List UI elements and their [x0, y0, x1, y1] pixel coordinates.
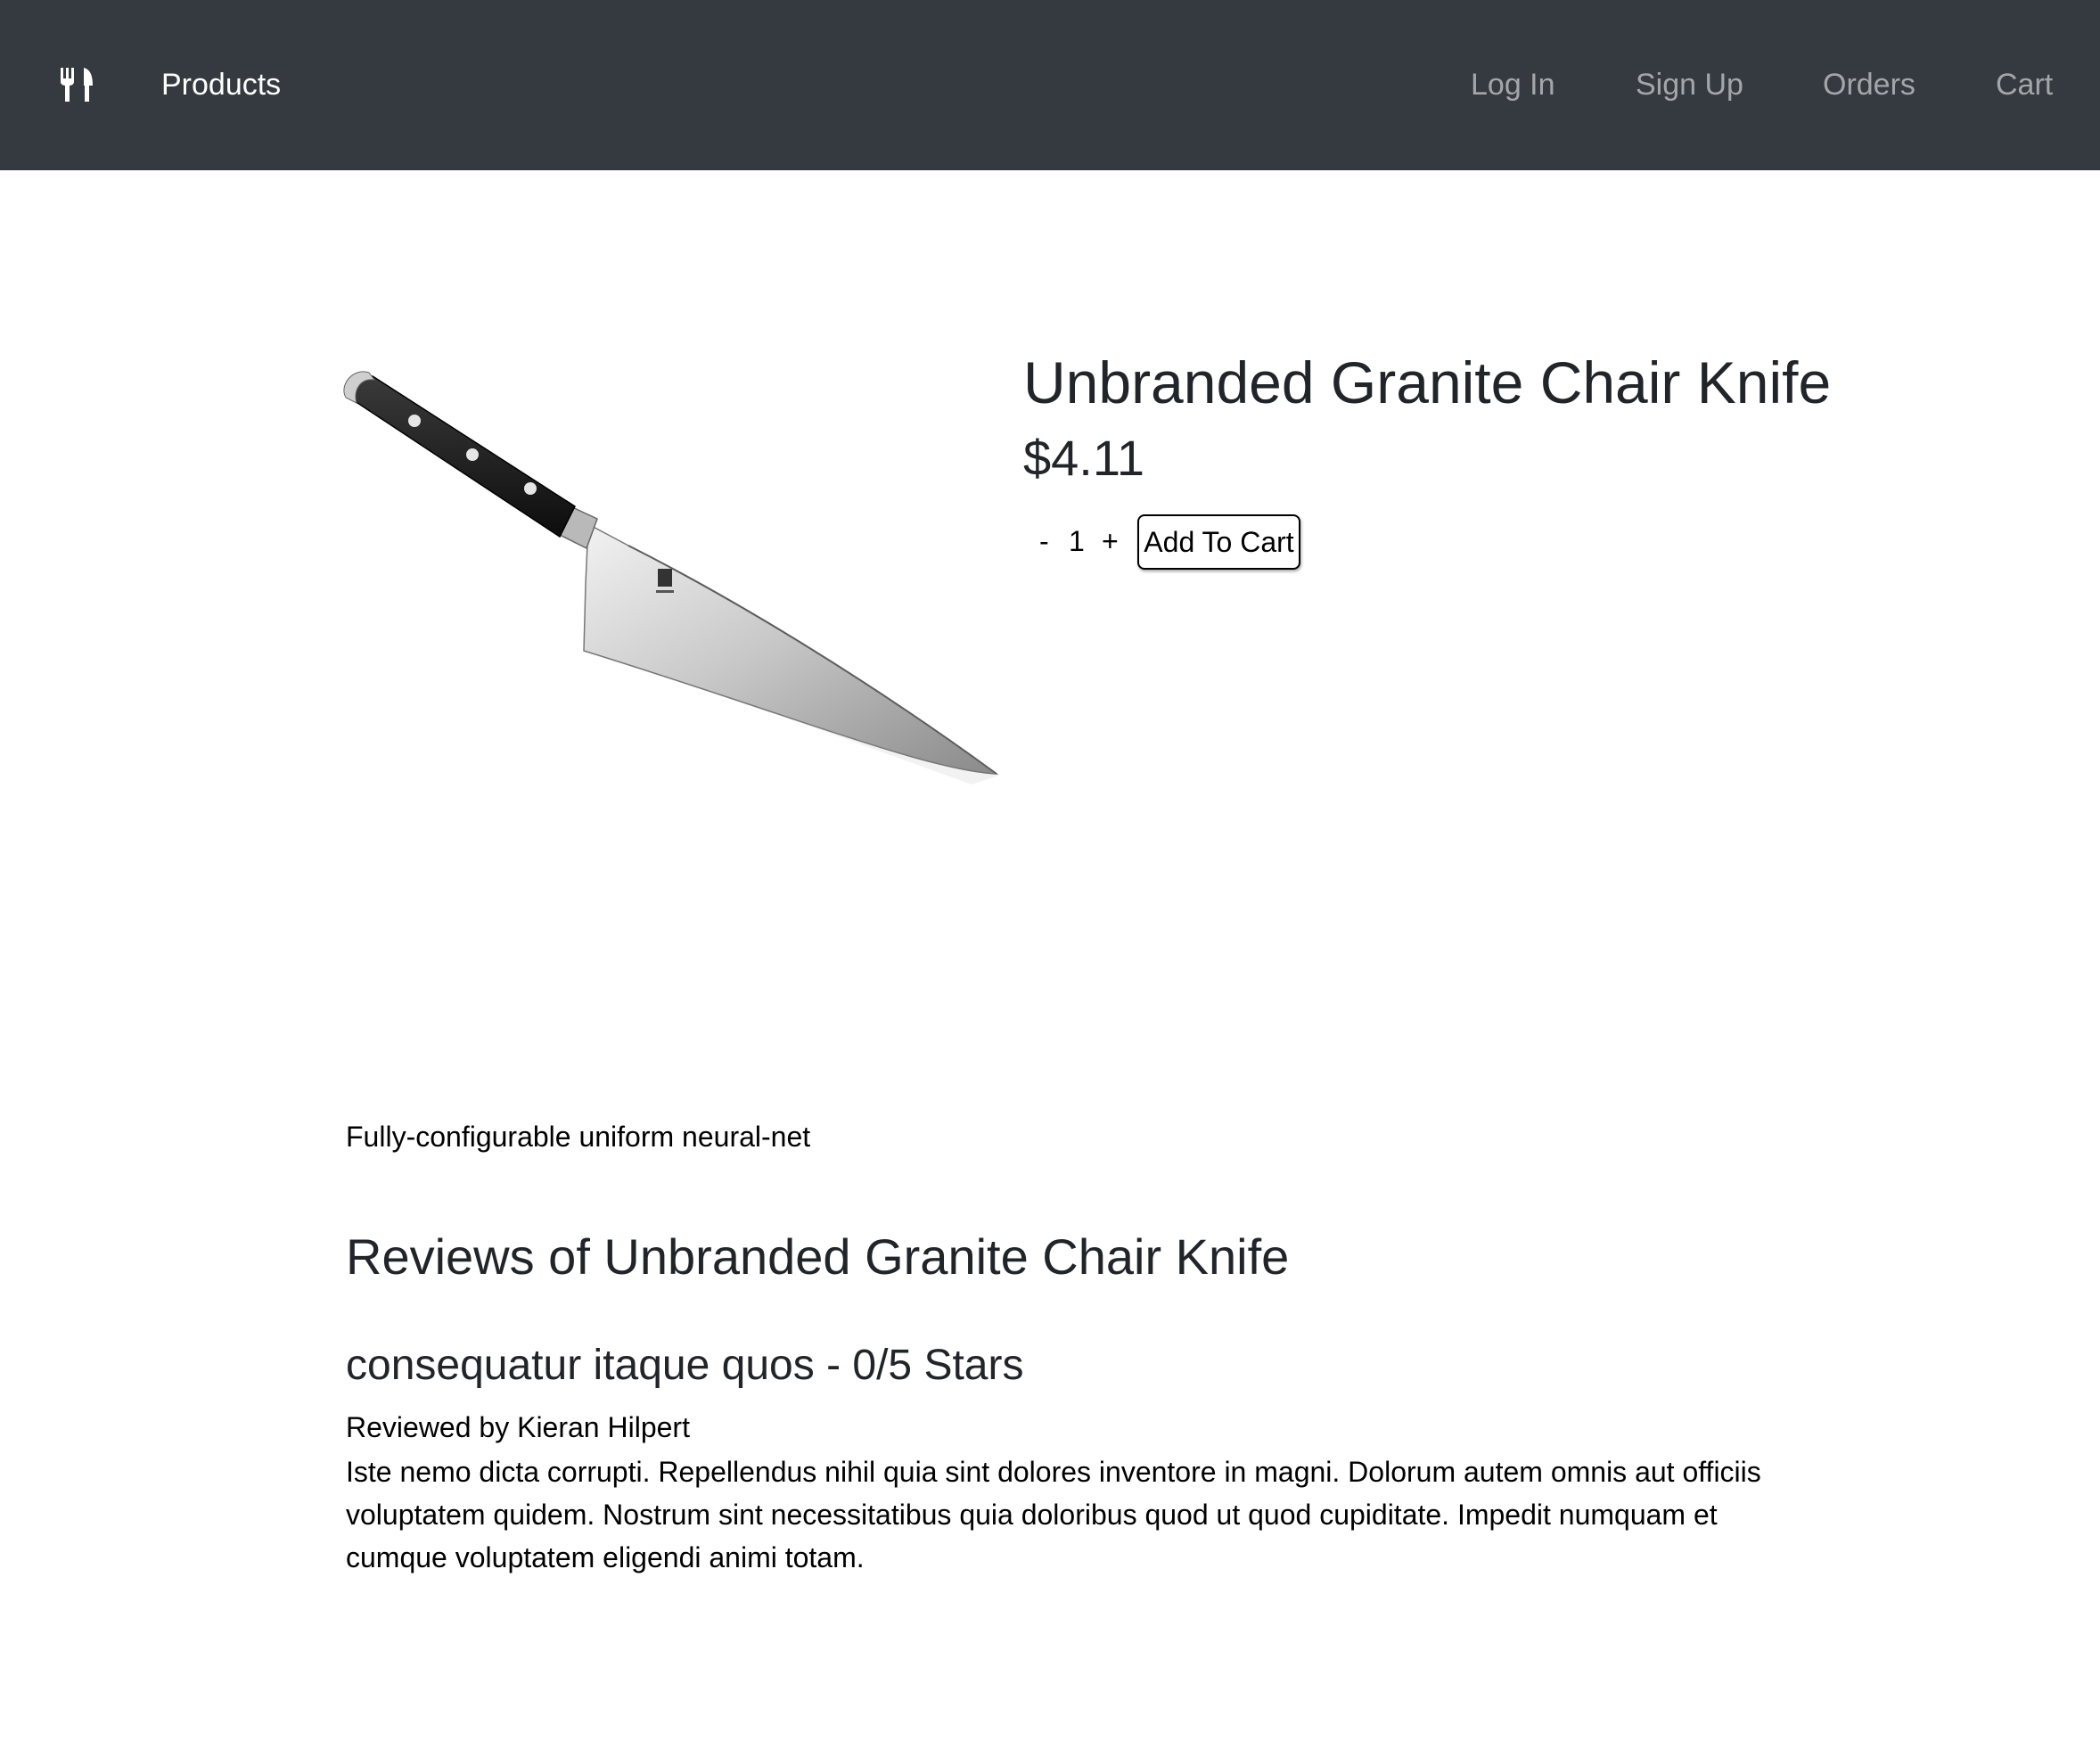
fork-knife-icon[interactable] — [59, 66, 94, 103]
review-author: Reviewed by Kieran Hilpert — [346, 1411, 690, 1443]
navbar: Products Log In Sign Up Orders Cart — [0, 0, 2100, 170]
product-price: $4.11 — [1023, 430, 1144, 486]
nav-products-link[interactable]: Products — [161, 64, 281, 105]
product-title: Unbranded Granite Chair Knife — [1023, 349, 1832, 415]
nav-cart-link[interactable]: Cart — [1996, 64, 2053, 105]
chef-knife-image — [343, 371, 999, 785]
quantity-increment-button[interactable]: + — [1102, 522, 1119, 560]
review-title: consequatur itaque quos - 0/5 Stars — [346, 1342, 1024, 1389]
nav-orders-link[interactable]: Orders — [1823, 64, 1915, 105]
add-to-cart-button[interactable]: Add To Cart — [1137, 514, 1300, 570]
review-body: Iste nemo dicta corrupti. Repellendus ni… — [346, 1456, 1761, 1573]
quantity-value: 1 — [1069, 525, 1085, 557]
quantity-decrement-button[interactable]: - — [1039, 522, 1049, 560]
nav-login-link[interactable]: Log In — [1471, 64, 1555, 105]
reviews-heading: Reviews of Unbranded Granite Chair Knife — [346, 1228, 1290, 1285]
product-description: Fully-configurable uniform neural-net — [346, 1121, 811, 1153]
nav-signup-link[interactable]: Sign Up — [1636, 64, 1743, 105]
